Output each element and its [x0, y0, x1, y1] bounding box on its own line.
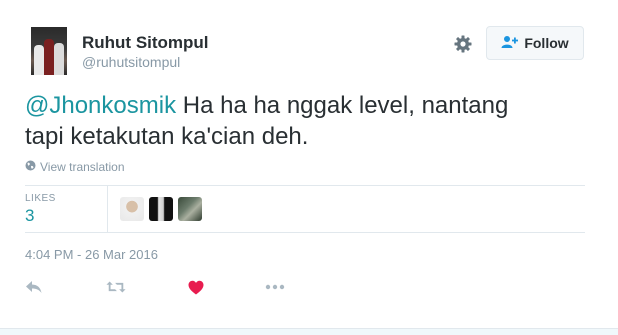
- globe-icon: [25, 160, 40, 174]
- tweet-text-line2: tapi ketakutan ka'cian deh.: [25, 123, 309, 150]
- more-icon[interactable]: [265, 278, 285, 296]
- avatar-figure: [44, 39, 54, 75]
- avatar-figure: [34, 45, 44, 75]
- view-translation-label: View translation: [40, 160, 125, 174]
- divider: [25, 232, 585, 233]
- tweet-text-line1: Ha ha ha nggak level, nantang: [176, 92, 509, 119]
- view-translation-link[interactable]: View translation: [25, 160, 125, 174]
- likes-label: LIKES: [25, 193, 56, 204]
- likes-count[interactable]: 3: [25, 206, 34, 226]
- liker-avatar[interactable]: [178, 197, 202, 221]
- add-user-icon: [501, 35, 524, 52]
- tweet-text: @Jhonkosmik Ha ha ha nggak level, nantan…: [25, 90, 585, 152]
- gear-icon[interactable]: [453, 34, 473, 54]
- heart-icon[interactable]: [186, 278, 206, 296]
- follow-button[interactable]: Follow: [486, 26, 584, 60]
- stats-separator: [107, 186, 108, 232]
- divider: [25, 185, 585, 186]
- avatar[interactable]: [31, 27, 67, 75]
- liker-avatar[interactable]: [149, 197, 173, 221]
- follow-label: Follow: [524, 35, 569, 51]
- tweet-timestamp[interactable]: 4:04 PM - 26 Mar 2016: [25, 247, 158, 262]
- avatar-figure: [54, 43, 64, 75]
- reply-icon[interactable]: [24, 278, 44, 296]
- liker-avatar[interactable]: [120, 197, 144, 221]
- user-display-name[interactable]: Ruhut Sitompul: [82, 33, 209, 53]
- user-handle[interactable]: @ruhutsitompul: [82, 54, 180, 70]
- mention-link[interactable]: @Jhonkosmik: [25, 92, 176, 119]
- retweet-icon[interactable]: [106, 278, 126, 296]
